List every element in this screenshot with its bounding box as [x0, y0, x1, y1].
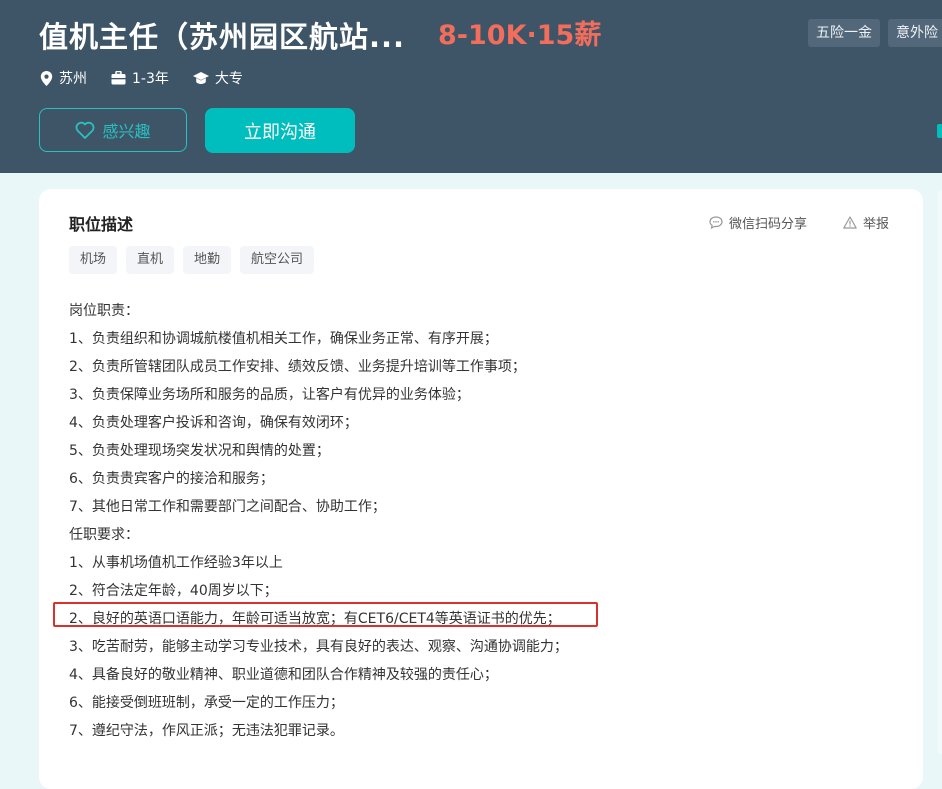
- chat-button[interactable]: 立即沟通: [205, 108, 355, 153]
- meta-city: 苏州: [40, 68, 87, 88]
- interest-button[interactable]: 感兴趣: [39, 108, 187, 152]
- description-line: 5、负责处理现场突发状况和舆情的处置；: [69, 443, 330, 459]
- skill-tag: 地勤: [183, 246, 232, 274]
- meta-city-label: 苏州: [59, 71, 87, 87]
- description-line: 2、良好的英语口语能力，年龄可适当放宽；有CET6/CET4等英语证书的优先；: [69, 611, 561, 627]
- warning-icon: [843, 216, 857, 229]
- benefit-tag: 五险一金: [808, 19, 880, 47]
- description-line: 7、其他日常工作和需要部门之间配合、协助工作；: [69, 499, 386, 515]
- description-line: 3、负责保障业务场所和服务的品质，让客户有优异的业务体验；: [69, 387, 470, 403]
- report-label: 举报: [863, 217, 890, 232]
- benefit-tag: 意外险: [888, 19, 942, 47]
- wechat-share-label: 微信扫码分享: [729, 217, 808, 232]
- heart-icon: [76, 121, 95, 139]
- briefcase-icon: [111, 71, 126, 85]
- description-line: 1、负责组织和协调城航楼值机相关工作，确保业务正常、有序开展；: [69, 331, 498, 347]
- section-title: 职位描述: [69, 215, 134, 234]
- skill-tag: 机场: [69, 246, 118, 274]
- job-meta: 苏州 1-3年 大专: [40, 67, 267, 89]
- salary: 8-10K·15薪: [438, 20, 602, 51]
- description-line: 6、能接受倒班班制，承受一定的工作压力；: [69, 695, 344, 711]
- meta-education-label: 大专: [214, 71, 243, 87]
- description-line: 1、从事机场值机工作经验3年以上: [69, 555, 283, 571]
- wechat-share-link[interactable]: 微信扫码分享: [709, 213, 807, 232]
- description-line: 6、负责贵宾客户的接洽和服务；: [69, 471, 274, 487]
- meta-education: 大专: [192, 68, 243, 88]
- job-title: 值机主任（苏州园区航站...: [39, 20, 406, 54]
- job-description-text: 岗位职责： 1、负责组织和协调城航楼值机相关工作，确保业务正常、有序开展； 2、…: [69, 297, 869, 745]
- description-line: 任职要求：: [69, 527, 139, 543]
- location-pin-icon: [40, 70, 53, 86]
- chat-button-label: 立即沟通: [244, 121, 316, 143]
- skill-tags: 机场 直机 地勤 航空公司: [69, 246, 323, 274]
- description-line: 3、吃苦耐劳，能够主动学习专业技术，具有良好的表达、观察、沟通协调能力；: [69, 639, 568, 655]
- graduation-cap-icon: [192, 71, 209, 84]
- meta-experience: 1-3年: [111, 68, 169, 88]
- description-line: 岗位职责：: [69, 303, 139, 319]
- skill-tag: 直机: [126, 246, 175, 274]
- description-line: 2、负责所管辖团队成员工作安排、绩效反馈、业务提升培训等工作事项；: [69, 359, 526, 375]
- description-line: 2、符合法定年龄，40周岁以下；: [69, 583, 278, 599]
- job-header: 值机主任（苏州园区航站... 8-10K·15薪 五险一金 意外险 苏州 1-3…: [0, 0, 942, 173]
- meta-experience-label: 1-3年: [132, 71, 169, 87]
- description-line: 7、遵纪守法，作风正派；无违法犯罪记录。: [69, 723, 344, 739]
- description-line: 4、负责处理客户投诉和咨询，确保有效闭环；: [69, 415, 358, 431]
- edge-marker: [937, 124, 942, 138]
- report-link[interactable]: 举报: [843, 213, 889, 232]
- interest-button-label: 感兴趣: [102, 122, 151, 141]
- chat-bubble-icon: [709, 216, 723, 229]
- skill-tag: 航空公司: [240, 246, 315, 274]
- job-description-card: 职位描述 微信扫码分享 举报 机场 直机 地勤 航空公司 岗位职责： 1、负责组…: [39, 189, 923, 789]
- description-line: 4、具备良好的敬业精神、职业道德和团队合作精神及较强的责任心；: [69, 667, 498, 683]
- side-panel-edge: [938, 190, 942, 754]
